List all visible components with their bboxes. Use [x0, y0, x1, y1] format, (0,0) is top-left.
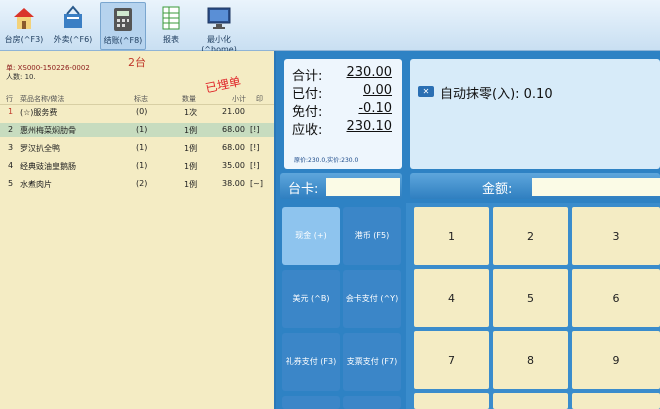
rounding-box: ✕ 自动抹零(入): 0.10 [410, 59, 660, 169]
key-4[interactable]: 4 [414, 269, 489, 327]
table-row[interactable]: 3 罗汉扒全鸭 (1) 1例 68.00 [!] [0, 141, 274, 155]
key-5[interactable]: 5 [493, 269, 568, 327]
toolbar-checkout-button[interactable]: 结账(^F8) [100, 2, 146, 50]
table-row[interactable]: 5 水煮肉片 (2) 1例 38.00 [~] [0, 177, 274, 191]
pay-cheque-button[interactable]: 支票支付 (F7) [343, 333, 401, 391]
pay-more-button[interactable] [282, 396, 340, 409]
table-card-input[interactable] [326, 178, 400, 196]
header-print: 印 [256, 95, 263, 103]
key-2[interactable]: 2 [493, 207, 568, 265]
table-name: 2台 [128, 56, 146, 69]
key-6[interactable]: 6 [572, 269, 660, 327]
header-row-no: 行 [6, 95, 13, 103]
price-note: 原价:230.0,实价:230.0 [294, 157, 359, 164]
pay-usd-button[interactable]: 美元 (^B) [282, 270, 340, 328]
basket-icon [59, 4, 87, 32]
toolbar-room-button[interactable]: 台房(^F3) [4, 2, 44, 48]
toolbar-minimize-button[interactable]: 最小化(^home) [194, 2, 244, 54]
key-9[interactable]: 9 [572, 331, 660, 389]
header-qty: 数量 [182, 95, 196, 103]
paid-value: 0.00 [363, 83, 392, 98]
header-subtotal: 小计 [232, 95, 246, 103]
spreadsheet-icon [157, 4, 185, 32]
key-7[interactable]: 7 [414, 331, 489, 389]
keypad: 1 2 3 4 5 6 7 8 9 [406, 203, 660, 409]
paid-label: 已付: [292, 87, 323, 102]
toolbar: 台房(^F3) 外卖(^F6) 结账(^F8) 报表 最小化(^home) [0, 0, 660, 54]
free-value: -0.10 [358, 101, 392, 116]
table-card-bar: 台卡: [280, 173, 402, 199]
table-row[interactable]: 1 (☆)服务费 (0) 1次 21.00 [0, 105, 274, 119]
auto-rounding-label: 自动抹零(入): 0.10 [440, 87, 553, 102]
toolbar-takeout-button[interactable]: 外卖(^F6) [52, 2, 94, 48]
total-label: 合计: [292, 69, 323, 84]
monitor-icon [205, 4, 233, 32]
amount-bar: 金额: [410, 173, 660, 199]
amount-label: 金额: [482, 182, 513, 197]
key-8[interactable]: 8 [493, 331, 568, 389]
order-table-header: 行 菜品名称/做法 标志 数量 小计 印 [0, 92, 274, 105]
table-card-label: 台卡: [288, 182, 319, 197]
house-icon [10, 4, 38, 32]
table-row[interactable]: 4 经典豉油皇鹅肠 (1) 1例 35.00 [!] [0, 159, 274, 173]
pay-hkd-button[interactable]: 港币 (F5) [343, 207, 401, 265]
key-3[interactable]: 3 [572, 207, 660, 265]
toolbar-report-button[interactable]: 报表 [154, 2, 188, 48]
order-panel: 2台 单: XS000-150226-0002 人数: 10. 已埋单 行 菜品… [0, 51, 276, 409]
due-value: 230.10 [346, 119, 393, 134]
pay-voucher-button[interactable]: 礼券支付 (F3) [282, 333, 340, 391]
header-flag: 标志 [134, 95, 148, 103]
total-value: 230.00 [346, 65, 393, 80]
pay-cash-button[interactable]: 现金 (+) [282, 207, 340, 265]
due-label: 应收: [292, 123, 323, 138]
key-1[interactable]: 1 [414, 207, 489, 265]
key-row-4c[interactable] [572, 393, 660, 409]
header-item-name: 菜品名称/做法 [20, 95, 65, 103]
key-row-4b[interactable] [493, 393, 568, 409]
table-row[interactable]: 2 惠州梅菜焖肋骨 (1) 1例 68.00 [!] [0, 123, 274, 137]
calculator-icon [109, 5, 137, 33]
summary-box: 合计: 230.00 已付: 0.00 免付: -0.10 应收: 230.10… [284, 59, 402, 169]
persons-count: 人数: 10. [6, 73, 36, 81]
pay-membercard-button[interactable]: 会卡支付 (^Y) [343, 270, 401, 328]
pay-more-button-2[interactable] [343, 396, 401, 409]
checkout-panel: 合计: 230.00 已付: 0.00 免付: -0.10 应收: 230.10… [276, 51, 660, 409]
free-label: 免付: [292, 105, 323, 120]
amount-input[interactable] [532, 178, 660, 196]
clear-icon[interactable]: ✕ [418, 86, 434, 97]
key-row-4a[interactable] [414, 393, 489, 409]
